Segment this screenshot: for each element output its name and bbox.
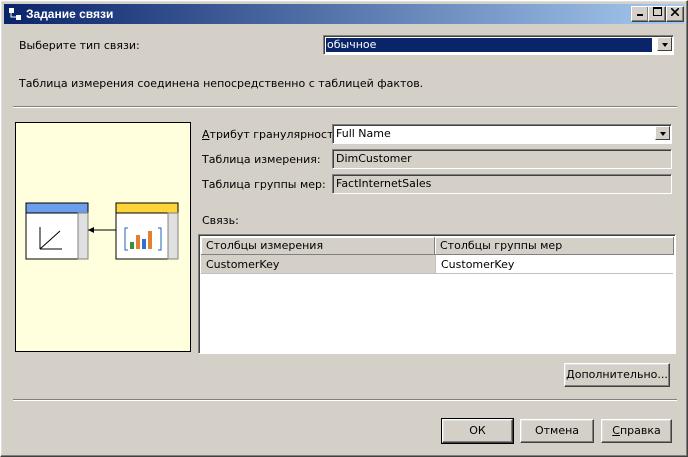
advanced-button[interactable]: Дополнительно...: [564, 363, 670, 387]
close-button[interactable]: [666, 6, 684, 22]
relationship-grid[interactable]: Столбцы измерения Столбцы группы мер Cus…: [198, 234, 676, 354]
cancel-button[interactable]: Отмена: [520, 419, 594, 443]
measure-group-table-value: FactInternetSales: [336, 177, 432, 190]
maximize-icon: [652, 7, 662, 16]
column-header-measure-group[interactable]: Столбцы группы мер: [435, 237, 674, 255]
ok-button-label: ОК: [469, 424, 486, 437]
window-title: Задание связи: [26, 7, 114, 21]
measure-group-table-field: FactInternetSales: [332, 174, 672, 194]
column-header-measure-group-label: Столбцы группы мер: [440, 239, 563, 252]
diagram-graphic: [25, 202, 179, 260]
relationship-type-value: обычное: [327, 38, 377, 51]
cell-dimension-value: CustomerKey: [206, 258, 280, 271]
relationship-description: Таблица измерения соединена непосредстве…: [19, 77, 424, 90]
help-button-label: Справка: [612, 424, 661, 437]
column-header-dimension[interactable]: Столбцы измерения: [201, 237, 435, 255]
granularity-value: Full Name: [336, 127, 391, 140]
divider-top: [13, 106, 677, 108]
relationship-label: Связь:: [202, 214, 239, 227]
measure-group-table-label: Таблица группы мер:: [202, 178, 326, 191]
chevron-down-icon[interactable]: [657, 37, 672, 51]
dimension-table-value: DimCustomer: [336, 152, 412, 165]
table-row-cell-measure-group[interactable]: CustomerKey: [436, 255, 673, 274]
help-button[interactable]: Справка: [601, 419, 672, 443]
granularity-select[interactable]: Full Name: [332, 124, 672, 144]
advanced-button-label: Дополнительно...: [566, 368, 668, 381]
relationship-type-label: Выберите тип связи:: [19, 39, 140, 52]
minimize-button[interactable]: [631, 6, 649, 22]
divider-bottom: [13, 399, 677, 401]
relationship-app-icon: [9, 8, 21, 20]
title-bar[interactable]: Задание связи: [4, 4, 684, 24]
relationship-type-select[interactable]: обычное: [323, 35, 674, 55]
dialog-window: Задание связи Выберите тип связи: обычно…: [0, 0, 688, 457]
maximize-button[interactable]: [648, 6, 666, 22]
ok-button[interactable]: ОК: [441, 418, 514, 444]
cell-measure-group-value: CustomerKey: [441, 258, 515, 271]
minimize-icon: [637, 14, 643, 16]
chevron-down-icon[interactable]: [655, 126, 670, 140]
cancel-button-label: Отмена: [534, 424, 580, 437]
relationship-diagram: [15, 122, 191, 352]
close-icon: [670, 7, 680, 17]
dimension-table-field: DimCustomer: [332, 149, 672, 169]
column-header-dimension-label: Столбцы измерения: [206, 239, 324, 252]
granularity-label: Атрибут гранулярности:: [202, 128, 345, 141]
dimension-table-label: Таблица измерения:: [202, 153, 321, 166]
table-row-cell-dimension[interactable]: CustomerKey: [201, 255, 436, 274]
